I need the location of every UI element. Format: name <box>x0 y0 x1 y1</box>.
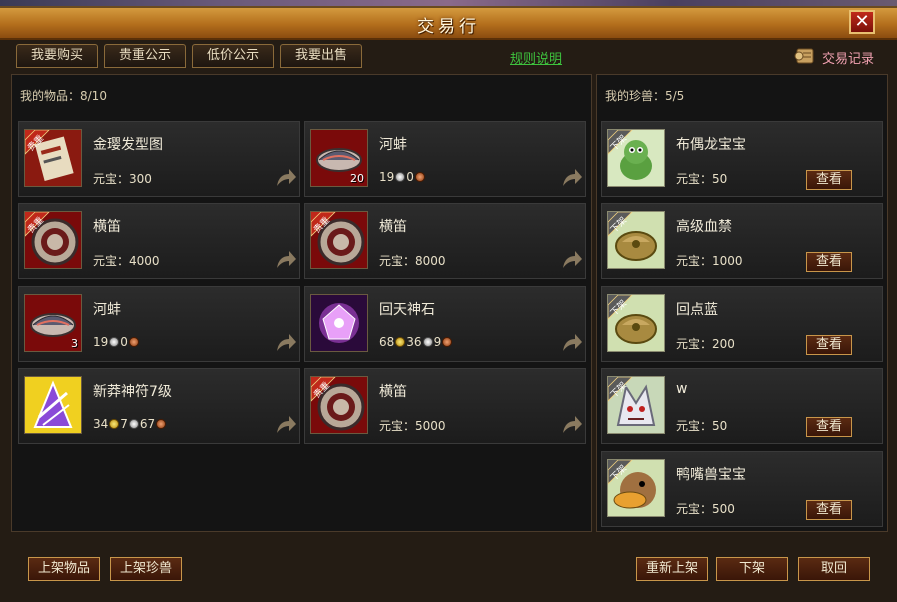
pet-name: 布偶龙宝宝 <box>676 137 746 153</box>
price-amount: 19 <box>379 170 395 184</box>
tab-lowprice[interactable]: 低价公示 <box>192 44 274 68</box>
pet-price: 元宝：1000 <box>676 254 743 268</box>
pet-name: 回点蓝 <box>676 302 718 318</box>
talisman-icon[interactable] <box>24 376 82 434</box>
item-price: 68 36 9 <box>379 335 453 349</box>
silver-coin-icon <box>109 337 120 347</box>
silver-coin-icon <box>395 172 406 182</box>
tab-buy[interactable]: 我要购买 <box>16 44 98 68</box>
price-amount: 67 <box>139 417 156 431</box>
silver-coin-icon <box>422 337 433 347</box>
item-price: 34 7 67 <box>93 417 167 431</box>
item-price: 元宝：8000 <box>379 254 446 268</box>
item-name: 新莽神符7级 <box>93 384 172 400</box>
pet-price: 元宝：200 <box>676 337 735 351</box>
gem-icon[interactable] <box>310 294 368 352</box>
view-pet-button[interactable]: 查看 <box>806 170 852 190</box>
pet-name: 鸭嘴兽宝宝 <box>676 467 746 483</box>
item-price: 元宝：300 <box>93 172 152 186</box>
relist-button[interactable]: 重新上架 <box>636 557 708 581</box>
view-pet-button[interactable]: 查看 <box>806 417 852 437</box>
item-slot[interactable]: 贵重 横笛 元宝：4000 <box>18 203 300 279</box>
item-slot[interactable]: 贵重 横笛 元宝：5000 <box>304 368 586 444</box>
view-pet-button[interactable]: 查看 <box>806 252 852 272</box>
price-amount: 0 <box>406 170 414 184</box>
clam-icon[interactable]: 3 <box>24 294 82 352</box>
view-pet-button[interactable]: 查看 <box>806 500 852 520</box>
view-pet-button[interactable]: 查看 <box>806 335 852 355</box>
price-amount: 9 <box>433 335 442 349</box>
rules-link[interactable]: 规则说明 <box>510 48 562 67</box>
item-name: 回天神石 <box>379 302 435 318</box>
item-slot[interactable]: 回天神石 68 36 9 <box>304 286 586 362</box>
share-arrow-icon[interactable] <box>561 250 583 270</box>
share-arrow-icon[interactable] <box>561 168 583 188</box>
scroll-log-icon <box>794 48 814 64</box>
retrieve-button[interactable]: 取回 <box>798 557 870 581</box>
list-pet-button[interactable]: 上架珍兽 <box>110 557 182 581</box>
share-arrow-icon[interactable] <box>275 168 297 188</box>
close-button[interactable]: ✕ <box>849 10 875 34</box>
pet-name: w <box>676 381 688 397</box>
price-amount: 7 <box>120 417 128 431</box>
pet-slot[interactable]: 下架 鸭嘴兽宝宝 元宝：500 查看 <box>601 451 883 527</box>
pet-price: 元宝：500 <box>676 502 735 516</box>
title-bar: 交易行 <box>0 8 897 40</box>
item-price: 元宝：4000 <box>93 254 160 268</box>
item-price: 19 0 <box>379 170 426 184</box>
pet-price: 元宝：50 <box>676 172 728 186</box>
item-slot[interactable]: 贵重 金璎发型图 元宝：300 <box>18 121 300 197</box>
silver-coin-icon <box>128 419 139 429</box>
item-price: 元宝：5000 <box>379 419 446 433</box>
pet-slot[interactable]: 下架 回点蓝 元宝：200 查看 <box>601 286 883 362</box>
price-amount: 34 <box>93 417 109 431</box>
item-slot[interactable]: 20 河蚌 19 0 <box>304 121 586 197</box>
item-name: 横笛 <box>379 219 407 235</box>
price-amount: 19 <box>93 335 109 349</box>
item-name: 横笛 <box>379 384 407 400</box>
tab-sell[interactable]: 我要出售 <box>280 44 362 68</box>
item-quantity: 20 <box>350 172 364 185</box>
trade-record-label: 交易记录 <box>822 52 875 67</box>
item-name: 河蚌 <box>379 137 407 153</box>
share-arrow-icon[interactable] <box>561 415 583 435</box>
copper-coin-icon <box>128 337 139 347</box>
window-title: 交易行 <box>417 17 480 37</box>
share-arrow-icon[interactable] <box>275 333 297 353</box>
price-amount: 0 <box>120 335 128 349</box>
pet-slot[interactable]: 下架 高级血禁 元宝：1000 查看 <box>601 203 883 279</box>
item-name: 横笛 <box>93 219 121 235</box>
copper-coin-icon <box>442 337 453 347</box>
share-arrow-icon[interactable] <box>275 250 297 270</box>
item-quantity: 3 <box>71 337 78 350</box>
gold-coin-icon <box>395 337 406 347</box>
my-pets-header: 我的珍兽：5/5 <box>605 89 685 103</box>
pet-name: 高级血禁 <box>676 219 732 235</box>
share-arrow-icon[interactable] <box>561 333 583 353</box>
clam-icon[interactable]: 20 <box>310 129 368 187</box>
item-price: 19 0 <box>93 335 140 349</box>
tab-valuable[interactable]: 贵重公示 <box>104 44 186 68</box>
item-name: 金璎发型图 <box>93 137 163 153</box>
my-items-header: 我的物品：8/10 <box>20 89 107 103</box>
list-item-button[interactable]: 上架物品 <box>28 557 100 581</box>
item-slot[interactable]: 新莽神符7级 34 7 67 <box>18 368 300 444</box>
price-amount: 68 <box>379 335 395 349</box>
item-slot[interactable]: 贵重 横笛 元宝：8000 <box>304 203 586 279</box>
pet-price: 元宝：50 <box>676 419 728 433</box>
pet-slot[interactable]: 下架 w 元宝：50 查看 <box>601 368 883 444</box>
gold-coin-icon <box>109 419 120 429</box>
copper-coin-icon <box>156 419 167 429</box>
pet-slot[interactable]: 下架 布偶龙宝宝 元宝：50 查看 <box>601 121 883 197</box>
item-name: 河蚌 <box>93 302 121 318</box>
share-arrow-icon[interactable] <box>275 415 297 435</box>
item-slot[interactable]: 3 河蚌 19 0 <box>18 286 300 362</box>
delist-button[interactable]: 下架 <box>716 557 788 581</box>
copper-coin-icon <box>414 172 425 182</box>
price-amount: 36 <box>406 335 422 349</box>
